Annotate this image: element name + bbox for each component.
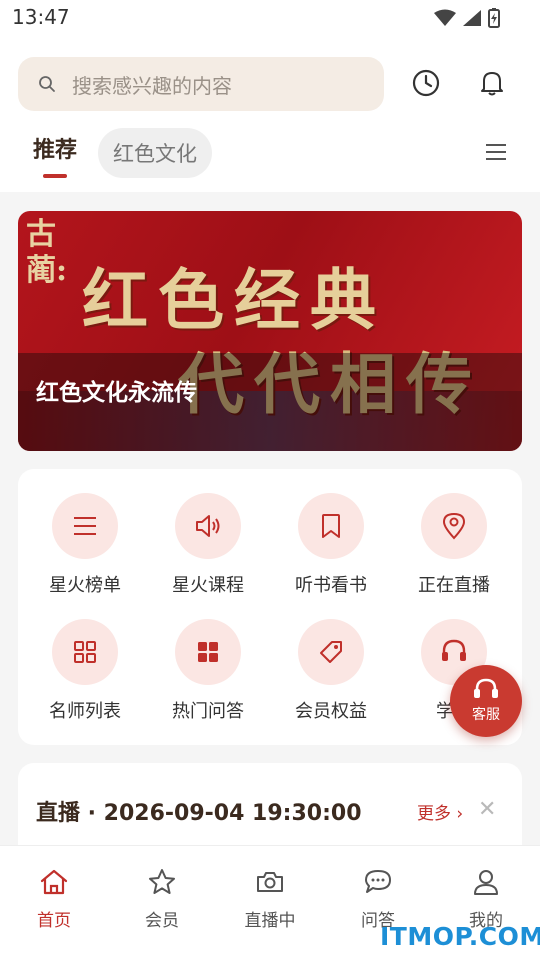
user-icon [474, 870, 498, 895]
category-tabs: 推荐 红色文化 [0, 128, 540, 184]
grid-item-label: 星火榜单 [49, 575, 121, 596]
wifi-icon [434, 9, 456, 26]
bookmark-icon [322, 514, 340, 538]
banner[interactable]: 古蔺: 红色经典 代代相传 红色文化永流传 [18, 211, 522, 451]
grid-item-label: 星火课程 [172, 575, 244, 596]
grid-item-label: 会员权益 [295, 701, 367, 722]
headset-icon [442, 639, 466, 661]
feature-grid: 星火榜单 星火课程 听书看书 正在直播 名师列表 热门问答 会员权益 [18, 469, 522, 745]
grid-item-label: 名师列表 [49, 701, 121, 722]
grid-item-label: 热门问答 [172, 701, 244, 722]
battery-icon [488, 8, 500, 28]
grid-item-member-benefits[interactable]: 会员权益 [271, 619, 391, 729]
nav-label: 会员 [145, 911, 179, 931]
list-icon [74, 517, 96, 535]
grid-icon-circle [52, 493, 118, 559]
grid-item-label: 听书看书 [295, 575, 367, 596]
live-title: 直播 · 2026-09-04 19:30:00 [36, 801, 362, 826]
grid-icon-circle [298, 619, 364, 685]
search-bar[interactable]: 搜索感兴趣的内容 [18, 57, 384, 111]
tab-red-culture[interactable]: 红色文化 [98, 128, 212, 178]
nav-label: 直播中 [244, 911, 296, 931]
home-icon [40, 869, 68, 895]
grid-icon-circle [175, 493, 241, 559]
header: 搜索感兴趣的内容 推荐 红色文化 [0, 34, 540, 192]
grid-item-label: 正在直播 [418, 575, 490, 596]
grid-icon-circle [298, 493, 364, 559]
close-icon[interactable]: ✕ [478, 797, 496, 822]
location-pin-icon [442, 512, 466, 540]
tab-recommend[interactable]: 推荐 [33, 132, 77, 164]
customer-service-button[interactable]: 客服 [450, 665, 522, 737]
status-time: 13:47 [12, 5, 70, 29]
signal-icon [463, 10, 481, 26]
menu-icon[interactable] [482, 140, 510, 164]
banner-caption: 红色文化永流传 [36, 380, 197, 406]
nav-label: 首页 [37, 911, 71, 931]
star-icon [149, 869, 175, 894]
chat-bubble-icon [365, 870, 391, 893]
nav-live[interactable]: 直播中 [220, 868, 320, 931]
grid-item-hot-qa[interactable]: 热门问答 [148, 619, 268, 729]
camera-icon [257, 872, 283, 892]
grid-icon-circle [52, 619, 118, 685]
headset-icon [474, 678, 498, 698]
grid-item-rankings[interactable]: 星火榜单 [25, 493, 145, 603]
customer-service-label: 客服 [472, 707, 500, 723]
banner-headline-1: 红色经典 [82, 261, 386, 339]
speaker-icon [196, 515, 220, 537]
banner-small-text: 古蔺: [26, 217, 68, 288]
status-icons [434, 8, 500, 28]
search-icon [39, 76, 55, 92]
grid-icon-circle [175, 619, 241, 685]
grid-item-live-now[interactable]: 正在直播 [394, 493, 514, 603]
live-more-link[interactable]: 更多 › [417, 799, 463, 824]
watermark: ITMOP.COM [380, 922, 540, 951]
search-placeholder: 搜索感兴趣的内容 [72, 73, 232, 98]
status-bar: 13:47 [0, 0, 540, 34]
grid-outline-icon [74, 641, 96, 663]
nav-home[interactable]: 首页 [4, 868, 104, 931]
grid-item-books[interactable]: 听书看书 [271, 493, 391, 603]
history-clock-icon[interactable] [409, 66, 443, 100]
grid-item-courses[interactable]: 星火课程 [148, 493, 268, 603]
tab-active-indicator [43, 174, 67, 178]
grid-filled-icon [198, 642, 218, 662]
grid-icon-circle [421, 493, 487, 559]
nav-member[interactable]: 会员 [112, 868, 212, 931]
tag-icon [320, 641, 342, 663]
bell-icon[interactable] [475, 66, 509, 100]
grid-item-teachers[interactable]: 名师列表 [25, 619, 145, 729]
